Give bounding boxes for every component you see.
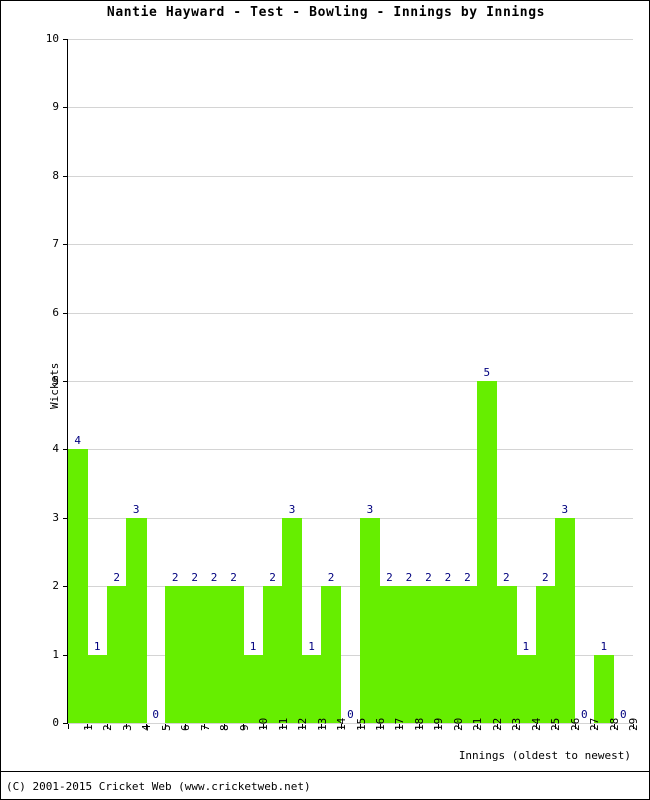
- y-axis-tick-label: 6: [52, 306, 59, 319]
- bar[interactable]: [282, 517, 303, 723]
- bar[interactable]: [87, 654, 108, 723]
- x-axis-tick-label: 5: [159, 724, 173, 731]
- x-axis-tick-label: 23: [510, 717, 524, 731]
- x-axis-tick-label: 15: [354, 717, 368, 731]
- y-axis-tick-label: 2: [52, 579, 59, 592]
- bar[interactable]: [204, 586, 225, 723]
- x-axis-tick: [68, 724, 69, 729]
- x-axis-tick-label: 29: [627, 717, 641, 731]
- x-axis-tick-label: 27: [588, 717, 602, 731]
- x-axis-tick-label: 3: [120, 724, 134, 731]
- y-axis-tick-label: 3: [52, 511, 59, 524]
- x-axis-tick-label: 7: [198, 724, 212, 731]
- x-axis-tick-label: 9: [237, 724, 251, 731]
- bars-layer: 41230222212312032222252123010: [68, 39, 633, 723]
- bar[interactable]: [360, 517, 381, 723]
- bar-value-label: 2: [503, 571, 510, 585]
- bar-value-label: 3: [366, 502, 374, 516]
- y-axis-tick-label: 8: [52, 169, 59, 182]
- x-axis-tick-label: 10: [257, 717, 271, 731]
- y-axis-tick-label: 1: [52, 648, 59, 661]
- y-axis-tick-label: 7: [52, 237, 59, 250]
- x-axis-tick-label: 20: [451, 717, 465, 731]
- y-axis-tick-label: 0: [52, 716, 59, 729]
- y-axis-tick-label: 5: [52, 374, 59, 387]
- bar-value-label: 1: [600, 639, 608, 653]
- x-axis-tick-label: 1: [81, 724, 95, 731]
- bar-value-label: 3: [288, 502, 296, 516]
- x-axis-tick-label: 26: [568, 717, 582, 731]
- x-axis-tick-label: 28: [607, 717, 621, 731]
- bar[interactable]: [418, 586, 439, 723]
- bar-value-label: 3: [561, 502, 569, 516]
- x-axis-tick-label: 6: [179, 724, 193, 731]
- bar[interactable]: [516, 654, 537, 723]
- bowling-innings-chart: Nantie Hayward - Test - Bowling - Inning…: [0, 0, 650, 800]
- y-axis-tick-label: 4: [52, 442, 59, 455]
- plot-area: Wickets 0 1 2 3 4 5 6 7 8 9 10 4123022221231203222…: [46, 33, 641, 731]
- y-axis-tick-label: 10: [45, 32, 59, 45]
- bar[interactable]: [379, 586, 400, 723]
- x-axis-tick-label: 24: [529, 717, 543, 731]
- bar[interactable]: [262, 586, 283, 723]
- bar[interactable]: [165, 586, 186, 723]
- x-axis-tick-label: 21: [471, 717, 485, 731]
- x-axis-tick-label: 25: [549, 717, 563, 731]
- bar[interactable]: [438, 586, 459, 723]
- bar[interactable]: [457, 586, 478, 723]
- x-axis-tick-label: 17: [393, 717, 407, 731]
- x-axis-tick-label: 8: [218, 724, 232, 731]
- bar-value-label: 2: [327, 571, 335, 585]
- bar-value-label: 4: [74, 434, 82, 448]
- x-axis-tick-label: 13: [315, 717, 329, 731]
- chart-title: Nantie Hayward - Test - Bowling - Inning…: [106, 5, 546, 20]
- bar[interactable]: [243, 654, 264, 723]
- bar[interactable]: [301, 654, 322, 723]
- x-axis-tick-label: 18: [412, 717, 426, 731]
- bar[interactable]: [223, 586, 244, 723]
- bar-value-label: 5: [483, 366, 491, 379]
- x-axis-tick-label: 2: [101, 724, 115, 731]
- x-axis-tick-label: 19: [432, 717, 446, 731]
- bar[interactable]: [321, 586, 342, 723]
- footer-divider: [1, 771, 649, 772]
- x-axis-tick-label: 12: [296, 717, 310, 731]
- x-axis-tick-label: 11: [276, 717, 290, 731]
- bar-value-label: 3: [132, 502, 140, 516]
- bar[interactable]: [106, 586, 128, 723]
- copyright-footer: (C) 2001-2015 Cricket Web (www.cricketwe…: [6, 780, 311, 793]
- bar[interactable]: [184, 586, 205, 723]
- y-axis-tick-label: 9: [52, 100, 59, 113]
- bar[interactable]: [477, 381, 498, 723]
- x-axis-tick-label: 14: [335, 717, 349, 731]
- x-axis-tick-label: 4: [140, 724, 154, 731]
- bar[interactable]: [126, 517, 147, 723]
- x-axis-tick-label: 16: [373, 717, 387, 731]
- bar[interactable]: [399, 586, 420, 723]
- bar[interactable]: [555, 517, 576, 723]
- bar[interactable]: [68, 449, 89, 723]
- bar[interactable]: [496, 586, 517, 723]
- bar-value-label: 2: [230, 571, 237, 585]
- x-axis-title: Innings (oldest to newest): [458, 749, 631, 762]
- bar[interactable]: [535, 586, 556, 723]
- x-axis-tick-label: 22: [490, 717, 504, 731]
